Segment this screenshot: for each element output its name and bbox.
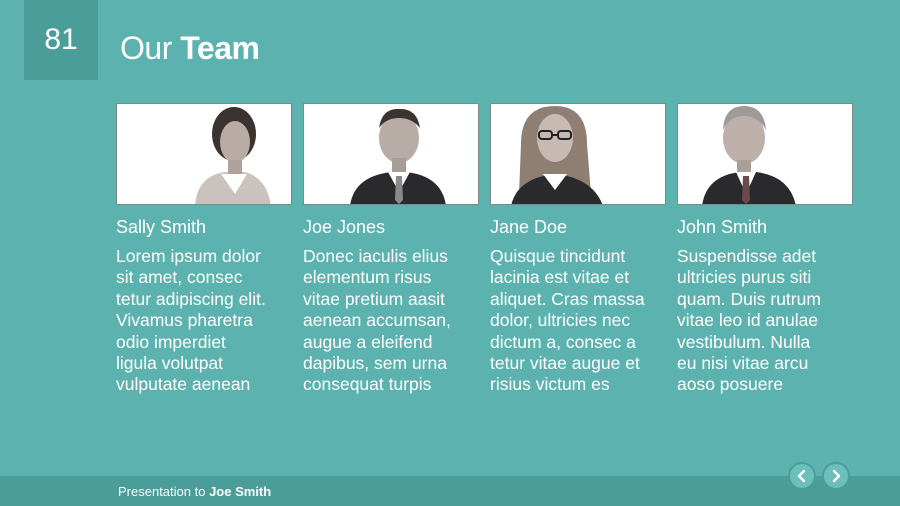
footer-text: Presentation to Joe Smith	[118, 484, 271, 499]
bio-line: aenean accumsan,	[303, 310, 451, 331]
bio-line: aliquet. Cras massa	[490, 288, 645, 309]
footer-bar: Presentation to Joe Smith	[0, 476, 900, 506]
bio-line: ultricies purus siti	[677, 267, 812, 288]
bio-line: sit amet, consec	[116, 267, 243, 288]
team-member-card: John Smith Suspendisse adet ultricies pu…	[677, 103, 853, 396]
team-member-card: Sally Smith Lorem ipsum dolor sit amet, …	[116, 103, 292, 396]
title-light: Our	[120, 30, 172, 66]
bio-line: vitae leo id anulae	[677, 310, 819, 331]
team-member-card: Joe Jones Donec iaculis elius elementum …	[303, 103, 479, 396]
previous-slide-button[interactable]	[788, 462, 816, 490]
bio-line: Suspendisse adet	[677, 246, 817, 266]
member-name: Sally Smith	[116, 217, 207, 237]
team-grid: Sally Smith Lorem ipsum dolor sit amet, …	[116, 103, 853, 396]
bio-line: consequat turpis	[303, 374, 432, 395]
member-bio: Donec iaculis elius elementum risus vita…	[303, 246, 479, 396]
chevron-right-icon	[832, 469, 841, 483]
bio-line: risius victum es	[490, 374, 610, 395]
bio-line: tetur vitae augue et	[490, 353, 640, 374]
bio-line: Donec iaculis elius	[303, 246, 448, 266]
bio-line: augue a eleifend	[303, 331, 433, 352]
bio-line: dapibus, sem urna	[303, 353, 447, 374]
bio-line: Quisque tincidunt	[490, 246, 626, 266]
member-bio: Suspendisse adet ultricies purus siti qu…	[677, 246, 853, 396]
member-photo	[303, 103, 479, 205]
bio-line: vestibulum. Nulla	[677, 331, 811, 352]
page-title: Our Team	[120, 30, 260, 67]
bio-line: aoso posuere	[677, 374, 784, 395]
member-name: John Smith	[677, 217, 768, 237]
bio-line: Lorem ipsum dolor	[116, 246, 261, 266]
member-name: Joe Jones	[303, 217, 386, 237]
member-photo	[116, 103, 292, 205]
portrait-man-icon	[350, 108, 446, 204]
bio-line: Vivamus pharetra	[116, 310, 253, 331]
bio-line: tetur adipiscing elit.	[116, 288, 266, 309]
footer-prefix: Presentation to	[118, 484, 206, 499]
bio-line: odio imperdiet	[116, 331, 226, 352]
member-bio: Lorem ipsum dolor sit amet, consec tetur…	[116, 246, 292, 396]
bio-line: ligula volutpat	[116, 353, 224, 374]
next-slide-button[interactable]	[822, 462, 850, 490]
portrait-woman-icon	[195, 107, 271, 204]
bio-line: lacinia est vitae et	[490, 267, 630, 288]
chevron-left-icon	[797, 469, 806, 483]
slide-number-label: 81	[44, 23, 78, 56]
footer-recipient: Joe Smith	[209, 484, 272, 499]
title-bold: Team	[180, 30, 260, 66]
bio-line: quam. Duis rutrum	[677, 288, 821, 309]
member-photo	[677, 103, 853, 205]
bio-line: vulputate aenean	[116, 374, 251, 395]
team-member-card: Jane Doe Quisque tincidunt lacinia est v…	[490, 103, 666, 396]
bio-line: eu nisi vitae arcu	[677, 353, 809, 374]
portrait-older-man-icon	[702, 106, 796, 204]
portrait-woman-glasses-icon	[511, 106, 603, 204]
bio-line: elementum risus	[303, 267, 432, 288]
slide-number: 81	[24, 0, 98, 80]
member-bio: Quisque tincidunt lacinia est vitae et a…	[490, 246, 666, 396]
member-photo	[490, 103, 666, 205]
bio-line: dictum a, consec a	[490, 331, 636, 352]
bio-line: vitae pretium aasit	[303, 288, 446, 309]
bio-line: dolor, ultricies nec	[490, 310, 631, 331]
member-name: Jane Doe	[490, 217, 568, 237]
